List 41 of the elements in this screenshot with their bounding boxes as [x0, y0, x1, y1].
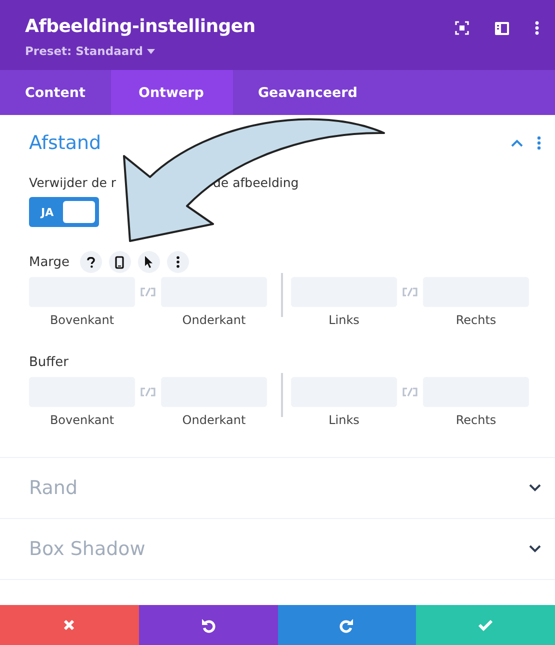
toggle-switch[interactable]: JA [29, 197, 99, 227]
section-title[interactable]: Afstand [29, 132, 102, 154]
link-icon[interactable] [139, 287, 157, 297]
cursor-icon[interactable] [138, 251, 160, 273]
help-icon[interactable] [80, 251, 102, 273]
field-label: Bovenkant [50, 313, 114, 327]
preset-dropdown[interactable]: Preset: Standaard [25, 44, 156, 58]
redo-icon [339, 618, 354, 632]
field-label: Onderkant [182, 413, 246, 427]
save-button[interactable] [416, 605, 555, 645]
close-icon [63, 619, 76, 631]
more-options-icon[interactable] [166, 251, 189, 273]
field-group-label: Marge [29, 254, 70, 270]
field-group-label: Buffer [29, 354, 68, 370]
tab[interactable]: Ontwerp [111, 70, 233, 115]
undo-icon [200, 618, 216, 632]
cancel-button[interactable] [0, 605, 139, 645]
caret-icon [147, 48, 156, 54]
redo-button[interactable] [278, 605, 416, 645]
panel-title: Afbeelding-instellingen [25, 16, 256, 37]
field-label: Bovenkant [50, 413, 114, 427]
tab[interactable]: Content [0, 70, 112, 115]
undo-button[interactable] [138, 605, 278, 645]
field-label: Onderkant [182, 313, 246, 327]
checkmark-icon [478, 619, 494, 631]
phone-icon[interactable] [108, 251, 131, 273]
more-options-icon[interactable] [535, 21, 539, 35]
chevron-down-icon[interactable] [529, 545, 541, 553]
tab[interactable]: Geavanceerd [232, 70, 382, 115]
field-label: Links [328, 413, 360, 427]
link-icon[interactable] [139, 387, 157, 397]
sidebar-layout-icon[interactable] [495, 22, 509, 34]
field-label: Links [328, 313, 360, 327]
field-label: Rechts [456, 313, 496, 327]
chevron-down-icon[interactable] [529, 484, 541, 492]
option-label: Verwijder de r [29, 175, 118, 190]
fullscreen-icon[interactable] [455, 21, 469, 35]
link-icon[interactable] [401, 387, 419, 397]
link-icon[interactable] [401, 287, 419, 297]
chevron-up-icon[interactable] [511, 139, 523, 147]
field-label: Rechts [456, 413, 496, 427]
